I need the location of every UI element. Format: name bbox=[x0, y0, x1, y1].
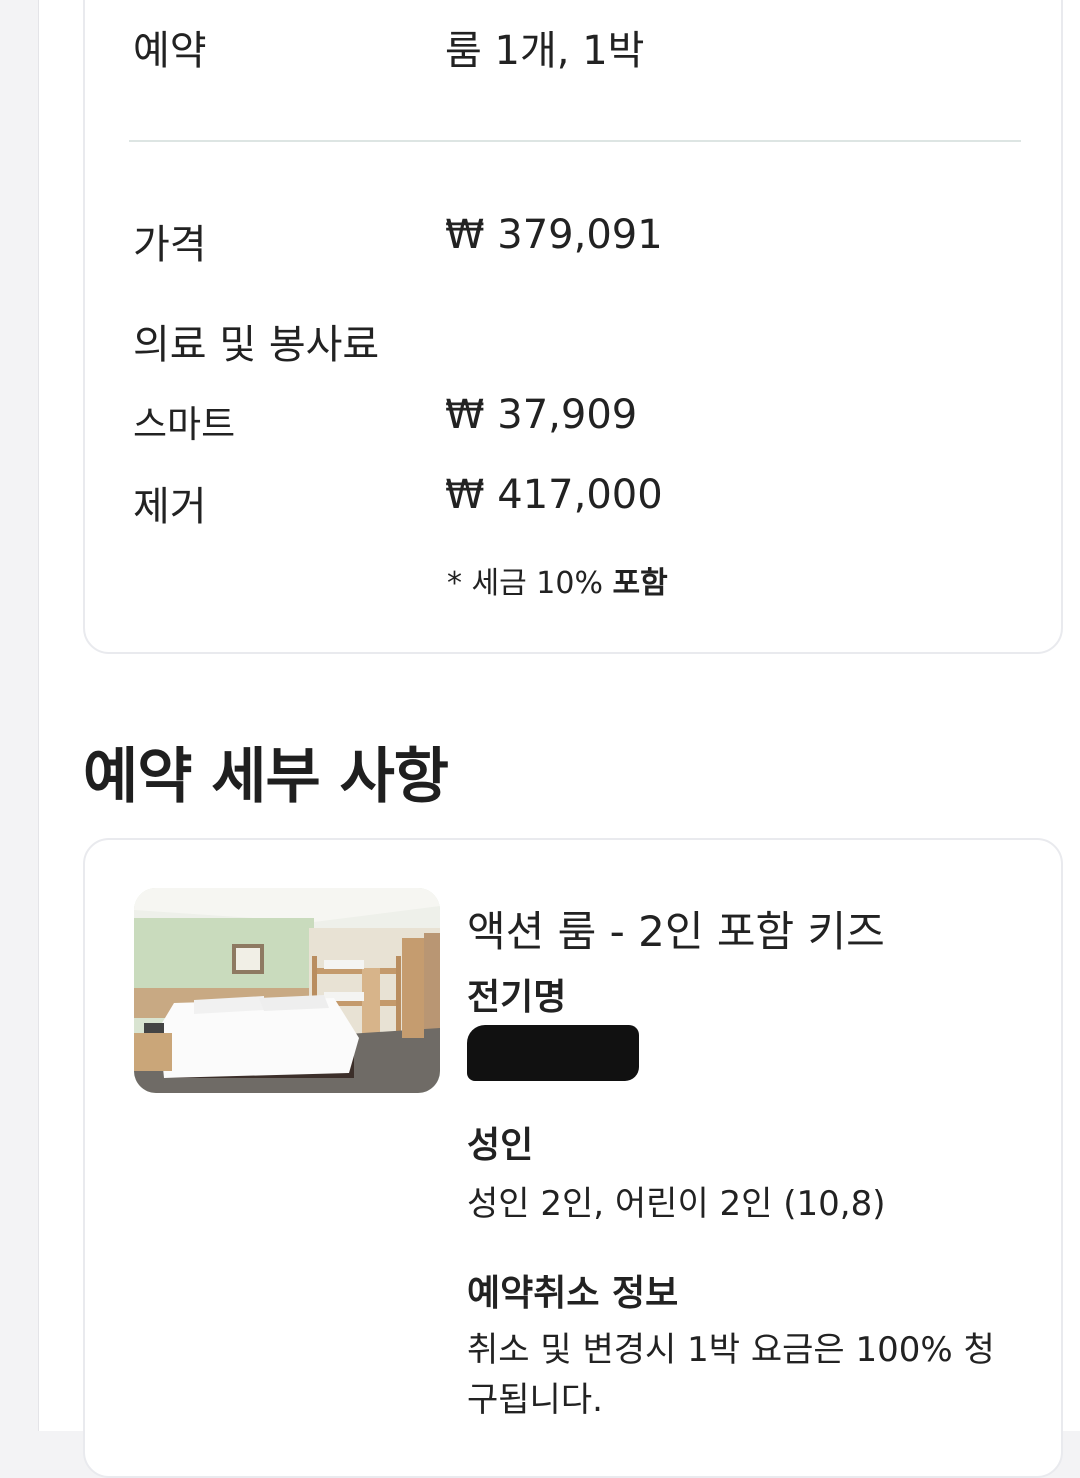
tax-note-bold: 포함 bbox=[612, 566, 668, 601]
smart-value: ₩ 37,909 bbox=[445, 392, 638, 438]
smart-label: 스마트 bbox=[133, 403, 236, 446]
guest-name-heading: 전기명 bbox=[467, 977, 567, 1018]
fees-label: 의료 및 봉사료 bbox=[133, 322, 380, 368]
tax-note: * 세금 10% 포함 bbox=[447, 558, 668, 602]
tax-note-text: * 세금 10% bbox=[447, 566, 613, 601]
remove-label: 제거 bbox=[133, 484, 207, 530]
cancellation-text-line2: 구됩니다. bbox=[467, 1380, 603, 1420]
summary-divider bbox=[129, 140, 1021, 142]
guests-value: 성인 2인, 어린이 2인 (10,8) bbox=[467, 1184, 886, 1224]
room-name: 액션 룸 - 2인 포함 키즈 bbox=[467, 907, 885, 956]
reservation-label: 예약 bbox=[133, 28, 207, 74]
room-photo bbox=[134, 888, 440, 1093]
page-content: 예약 룸 1개, 1박 가격 ₩ 379,091 의료 및 봉사료 스마트 ₩ … bbox=[38, 0, 1080, 1478]
section-title: 예약 세부 사항 bbox=[83, 742, 449, 812]
reservation-value: 룸 1개, 1박 bbox=[445, 28, 645, 74]
guests-heading: 성인 bbox=[467, 1125, 534, 1166]
price-label: 가격 bbox=[133, 222, 207, 268]
total-value: ₩ 417,000 bbox=[445, 472, 663, 518]
cancellation-text-line1: 취소 및 변경시 1박 요금은 100% 청 bbox=[467, 1330, 995, 1370]
price-value: ₩ 379,091 bbox=[445, 212, 663, 258]
redacted-guest-name bbox=[467, 1025, 639, 1081]
cancellation-heading: 예약취소 정보 bbox=[467, 1273, 679, 1314]
